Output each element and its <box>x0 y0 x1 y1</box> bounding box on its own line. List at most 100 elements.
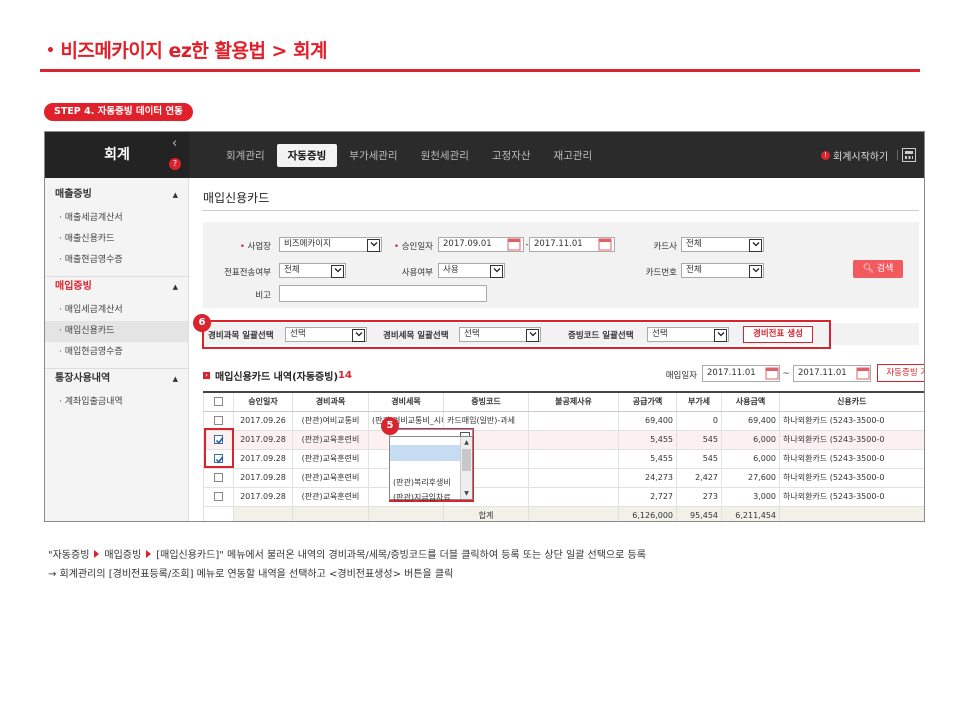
chevron-up-icon[interactable]: ▲ <box>173 186 178 204</box>
chevron-down-icon <box>717 332 725 337</box>
business-select[interactable]: 비즈메카이지 <box>279 237 382 252</box>
table-row[interactable]: 2017.09.28 (판관)교육훈련비 2,727 273 3,000 하나외환카드 (… <box>203 487 924 507</box>
main-menu: 회계관리 자동증빙 부가세관리 원천세관리 고정자산 재고관리 <box>215 132 604 178</box>
search-filter-panel: • 사업장 비즈메카이지 • 승인일자 2017.09.01 - 2017.11… <box>203 222 919 308</box>
search-button[interactable]: 🔍︎ 검색 <box>853 260 903 278</box>
row-checkbox[interactable] <box>214 473 223 482</box>
collapse-sidebar-icon[interactable]: ‹ <box>172 136 177 151</box>
sidebar-item-label: 매입신용카드 <box>64 326 115 336</box>
table-row[interactable]: 2017.09.28 (판관)교육훈련비 5,455 545 6,000 하나외환카드 (… <box>203 430 924 450</box>
cell-reason[interactable] <box>528 430 619 450</box>
total-cell <box>368 506 444 521</box>
start-accounting-link[interactable]: ! 회계시작하기 <box>821 148 888 163</box>
cell-reason[interactable] <box>528 449 619 469</box>
cell-supply: 24,273 <box>618 468 677 488</box>
dropdown-option[interactable]: (판관)복리후생비 <box>390 475 460 491</box>
column-header[interactable] <box>203 391 234 412</box>
total-cell <box>233 506 293 521</box>
sidebar-divider <box>45 368 188 369</box>
calendar-icon[interactable] <box>505 237 523 252</box>
cell-date: 2017.09.28 <box>233 430 293 450</box>
expense-detail-dropdown: ▲ ▼ (판관)복리후생비 (판관)지급임차료 <box>389 436 473 502</box>
dropdown-option[interactable] <box>390 460 460 476</box>
sidebar: 매출증빙 ▲ · 매출세금계산서 · 매출신용카드 · 매출현금영수증매입증빙 ▲ · 매입… <box>45 178 189 521</box>
business-label: • 사업장 <box>239 242 271 252</box>
sidebar-item-label: 매출현금영수증 <box>64 255 123 265</box>
list-count: 14 <box>338 370 352 381</box>
table-row[interactable]: 2017.09.28 (판관)교육훈련비 24,273 2,427 27,600 하나외환… <box>203 468 924 488</box>
menu-item[interactable]: 고정자산 <box>481 144 542 167</box>
memo-input[interactable] <box>279 285 487 302</box>
calendar-icon[interactable] <box>854 366 872 381</box>
menu-item[interactable]: 재고관리 <box>543 144 604 167</box>
fetch-auto-evidence-button[interactable]: 자동증빙 가져오기 <box>877 364 924 382</box>
dropdown-option[interactable]: (판관)지급임차료 <box>390 490 460 506</box>
chevron-up-icon[interactable]: ▲ <box>173 370 178 388</box>
cell-account[interactable]: (판관)교육훈련비 <box>292 468 369 488</box>
step-badge: STEP 4. 자동증빙 데이터 연동 <box>44 103 193 121</box>
row-checkbox-cell[interactable] <box>203 468 234 488</box>
select-all-checkbox[interactable] <box>214 397 223 407</box>
cell-account[interactable]: (판관)교육훈련비 <box>292 449 369 469</box>
sidebar-group-title[interactable]: 매입증빙 ▲ <box>45 278 188 296</box>
cell-reason[interactable] <box>528 411 619 431</box>
arrow-right-icon <box>94 549 100 558</box>
sidebar-item-label: 매출신용카드 <box>64 234 115 244</box>
column-header: 부가세 <box>676 391 722 412</box>
row-checkbox[interactable] <box>214 416 223 425</box>
table-row[interactable]: 2017.09.26 (판관)여비교통비 (판관)여비교통비_시내 카드매입(일반)-… <box>203 411 924 431</box>
approval-date-label: • 승인일자 <box>394 242 433 252</box>
cell-account[interactable]: (판관)교육훈련비 <box>292 487 369 507</box>
content-title: 매입신용카드 <box>203 191 270 205</box>
calendar-icon[interactable] <box>596 237 614 252</box>
menu-item[interactable]: 부가세관리 <box>338 144 408 167</box>
menu-item[interactable]: 자동증빙 <box>276 143 338 167</box>
total-cell <box>292 506 369 521</box>
cell-date: 2017.09.26 <box>233 411 293 431</box>
cell-amount: 69,400 <box>721 411 780 431</box>
cell-reason[interactable] <box>528 487 619 507</box>
sidebar-item[interactable]: · 매출신용카드 <box>45 229 188 250</box>
app-brand: 회계 <box>45 132 189 178</box>
card-number-select[interactable]: 전체 <box>681 263 764 278</box>
menu-item[interactable]: 회계관리 <box>215 144 276 167</box>
sidebar-item[interactable]: · 매출현금영수증 <box>45 250 188 271</box>
usage-select[interactable]: 사용 <box>438 263 505 278</box>
help-icon[interactable]: ? <box>169 158 181 170</box>
cell-amount: 6,000 <box>721 449 780 469</box>
cell-card: 하나외환카드 (5243-3500-0 <box>779 487 924 507</box>
sidebar-group-label: 통장사용내역 <box>55 373 111 384</box>
calculator-icon[interactable] <box>902 148 916 162</box>
transfer-status-select[interactable]: 전체 <box>279 263 346 278</box>
sidebar-group-title[interactable]: 매출증빙 ▲ <box>45 186 188 204</box>
card-company-select[interactable]: 전체 <box>681 237 764 252</box>
cell-account[interactable]: (판관)교육훈련비 <box>292 430 369 450</box>
sidebar-item[interactable]: · 매입세금계산서 <box>45 300 188 321</box>
sidebar-group: 매입증빙 ▲ · 매입세금계산서 · 매입신용카드 · 매입현금영수증 <box>45 278 188 363</box>
cell-amount: 3,000 <box>721 487 780 507</box>
table-row[interactable]: 2017.09.28 (판관)교육훈련비 5,455 545 6,000 하나외환카드 (… <box>203 449 924 469</box>
card-transaction-table: 승인일자 경비과목 경비세목 증빙코드 불공제사유 공급가액 부가세 사용금액 신용카드 201… <box>203 391 924 521</box>
row-checkbox-cell[interactable] <box>203 487 234 507</box>
cell-amount: 27,600 <box>721 468 780 488</box>
chevron-up-icon[interactable]: ▲ <box>173 278 178 296</box>
scroll-up-icon[interactable]: ▲ <box>462 438 471 447</box>
sidebar-item[interactable]: · 매출세금계산서 <box>45 208 188 229</box>
sidebar-item[interactable]: · 매입현금영수증 <box>45 342 188 363</box>
dropdown-option[interactable] <box>390 445 460 461</box>
cell-reason[interactable] <box>528 468 619 488</box>
scroll-down-icon[interactable]: ▼ <box>462 489 471 498</box>
cell-date: 2017.09.28 <box>233 487 293 507</box>
cell-account[interactable]: (판관)여비교통비 <box>292 411 369 431</box>
sidebar-item[interactable]: · 매입신용카드 <box>45 321 188 342</box>
scroll-thumb[interactable] <box>462 449 471 471</box>
calendar-icon[interactable] <box>763 366 781 381</box>
cell-card: 하나외환카드 (5243-3500-0 <box>779 449 924 469</box>
sidebar-group-title[interactable]: 통장사용내역 ▲ <box>45 370 188 388</box>
menu-item[interactable]: 원천세관리 <box>410 144 480 167</box>
cell-vat: 2,427 <box>676 468 722 488</box>
dropdown-scrollbar[interactable]: ▲ ▼ <box>460 437 472 499</box>
row-checkbox[interactable] <box>214 492 223 501</box>
column-header: 증빙코드 <box>443 391 529 412</box>
sidebar-item[interactable]: · 계좌입출금내역 <box>45 392 188 413</box>
